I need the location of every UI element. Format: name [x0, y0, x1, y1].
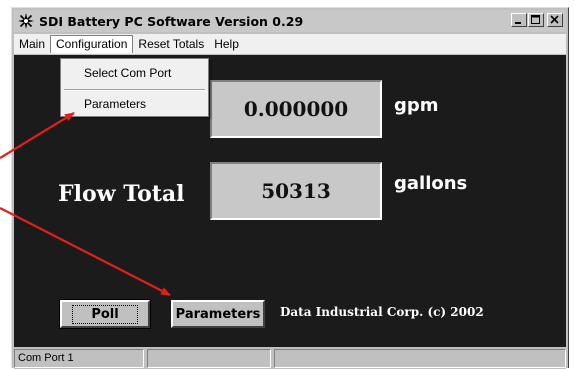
sparkle-icon [18, 13, 34, 29]
flow-total-display: 50313 [210, 162, 382, 220]
flow-total-label: Flow Total [58, 181, 185, 207]
minimize-button[interactable] [511, 13, 527, 27]
menu-help[interactable]: Help [209, 35, 244, 53]
menu-separator [64, 89, 205, 91]
flow-total-unit: gallons [394, 173, 468, 194]
close-icon [550, 15, 559, 24]
menu-item-parameters[interactable]: Parameters [62, 93, 207, 115]
menu-reset-totals[interactable]: Reset Totals [133, 35, 209, 53]
status-panel-2 [147, 349, 271, 368]
minimize-icon [515, 22, 521, 24]
parameters-button[interactable]: Parameters [171, 300, 265, 328]
maximize-icon [531, 15, 540, 24]
copyright-text: Data Industrial Corp. (c) 2002 [280, 305, 484, 319]
flow-rate-unit: gpm [394, 95, 439, 116]
flow-rate-display: 0.000000 [210, 80, 382, 138]
configuration-dropdown: Select Com Port Parameters [60, 58, 209, 117]
poll-button-label: Poll [72, 304, 138, 324]
poll-button[interactable]: Poll [59, 299, 151, 329]
status-com-port: Com Port 1 [14, 349, 144, 368]
menu-bar: Main Configuration Reset Totals Help [14, 34, 566, 54]
title-bar[interactable]: SDI Battery PC Software Version 0.29 [14, 10, 566, 32]
window-title: SDI Battery PC Software Version 0.29 [39, 13, 304, 29]
maximize-button[interactable] [528, 13, 544, 27]
status-bar: Com Port 1 [14, 348, 566, 369]
close-button[interactable] [547, 13, 563, 27]
menu-main[interactable]: Main [14, 35, 50, 53]
status-panel-3 [274, 349, 566, 368]
menu-configuration[interactable]: Configuration [50, 35, 134, 53]
menu-item-select-com-port[interactable]: Select Com Port [62, 62, 207, 84]
